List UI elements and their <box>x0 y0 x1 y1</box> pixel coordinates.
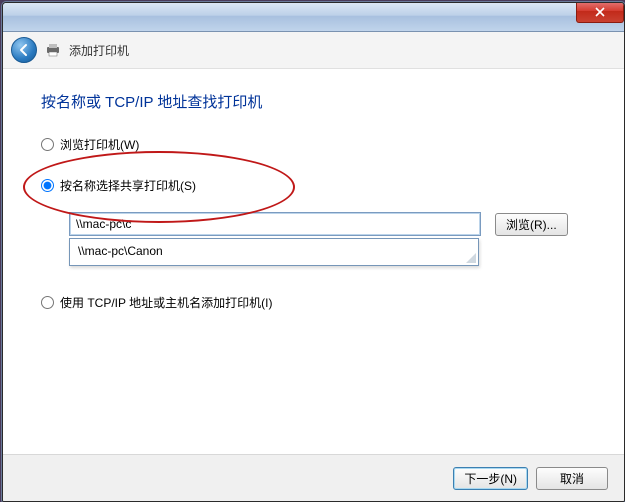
printer-path-input[interactable] <box>69 212 481 236</box>
content-area: 按名称或 TCP/IP 地址查找打印机 浏览打印机(W) 按名称选择共享打印机(… <box>3 69 624 311</box>
back-button[interactable] <box>11 37 37 63</box>
option-by-ip-label: 使用 TCP/IP 地址或主机名添加打印机(I) <box>60 294 272 311</box>
browse-button[interactable]: 浏览(R)... <box>495 213 568 236</box>
next-button[interactable]: 下一步(N) <box>453 467 528 490</box>
name-input-row: 浏览(R)... <box>69 212 586 236</box>
header-title: 添加打印机 <box>69 42 129 59</box>
option-browse-printers[interactable]: 浏览打印机(W) <box>41 136 586 153</box>
option-by-name-label: 按名称选择共享打印机(S) <box>60 177 196 194</box>
wizard-header: 添加打印机 <box>3 32 624 69</box>
option-by-name[interactable]: 按名称选择共享打印机(S) <box>41 177 586 194</box>
page-heading: 按名称或 TCP/IP 地址查找打印机 <box>41 91 586 112</box>
back-arrow-icon <box>17 43 31 57</box>
autocomplete-dropdown: \\mac-pc\Canon <box>69 238 479 266</box>
resize-grip-icon[interactable] <box>464 251 476 263</box>
wizard-body: 按名称或 TCP/IP 地址查找打印机 浏览打印机(W) 按名称选择共享打印机(… <box>3 68 624 453</box>
printer-icon <box>45 42 61 58</box>
titlebar <box>3 3 624 32</box>
option-by-ip[interactable]: 使用 TCP/IP 地址或主机名添加打印机(I) <box>41 294 586 311</box>
dialog-window: 添加打印机 按名称或 TCP/IP 地址查找打印机 浏览打印机(W) 按名称选择… <box>2 2 625 502</box>
wizard-footer: 下一步(N) 取消 <box>3 454 624 501</box>
close-button[interactable] <box>576 2 624 23</box>
option-browse-label: 浏览打印机(W) <box>60 136 139 153</box>
close-icon <box>595 7 605 17</box>
autocomplete-item[interactable]: \\mac-pc\Canon <box>70 239 478 263</box>
radio-by-name[interactable] <box>41 179 54 192</box>
radio-browse[interactable] <box>41 138 54 151</box>
radio-by-ip[interactable] <box>41 296 54 309</box>
cancel-button[interactable]: 取消 <box>536 467 608 490</box>
